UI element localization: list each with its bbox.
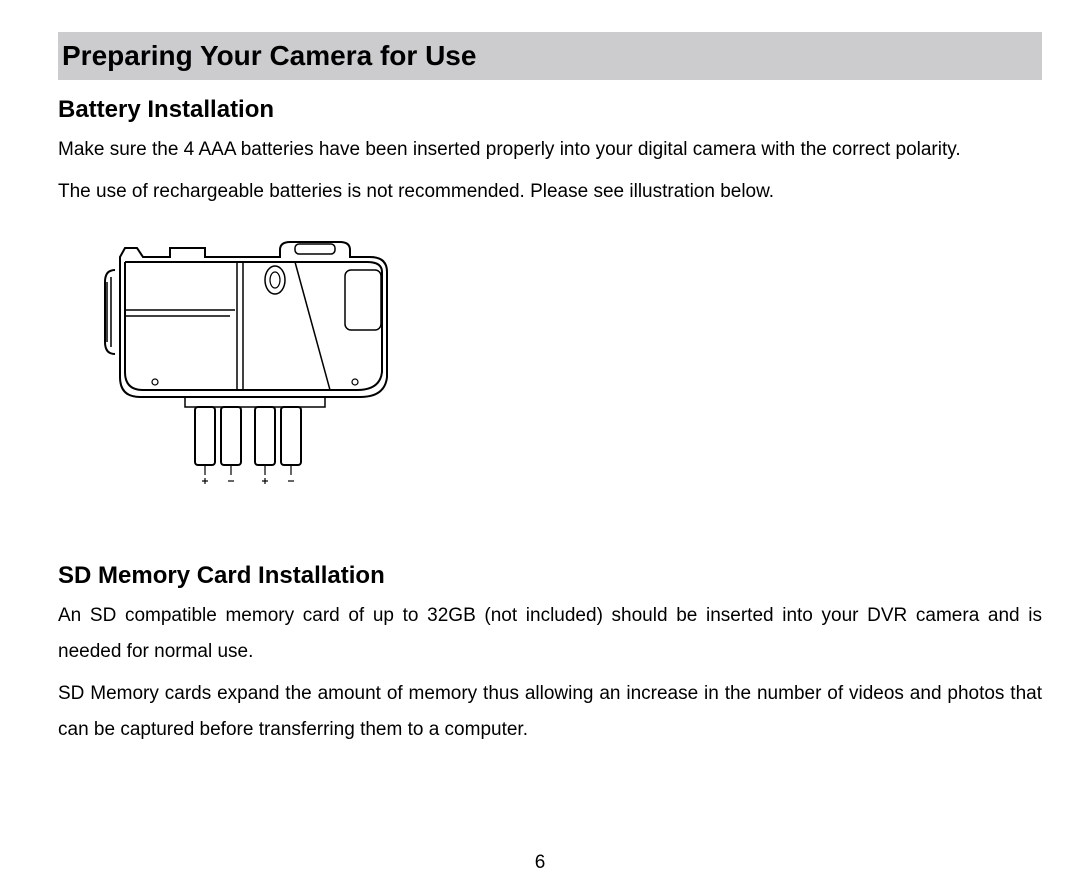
sd-para-1: An SD compatible memory card of up to 32…	[58, 598, 1042, 670]
manual-page: Preparing Your Camera for Use Battery In…	[0, 32, 1080, 749]
sd-para-2: SD Memory cards expand the amount of mem…	[58, 676, 1042, 748]
page-number: 6	[0, 852, 1080, 874]
sd-section: SD Memory Card Installation An SD compat…	[0, 562, 1080, 748]
battery-para-2: The use of rechargeable batteries is not…	[58, 174, 1042, 210]
battery-heading: Battery Installation	[58, 96, 1080, 124]
camera-illustration	[95, 222, 405, 502]
sd-heading: SD Memory Card Installation	[58, 562, 1080, 590]
battery-para-1: Make sure the 4 AAA batteries have been …	[58, 132, 1042, 168]
section-title: Preparing Your Camera for Use	[58, 32, 1042, 80]
